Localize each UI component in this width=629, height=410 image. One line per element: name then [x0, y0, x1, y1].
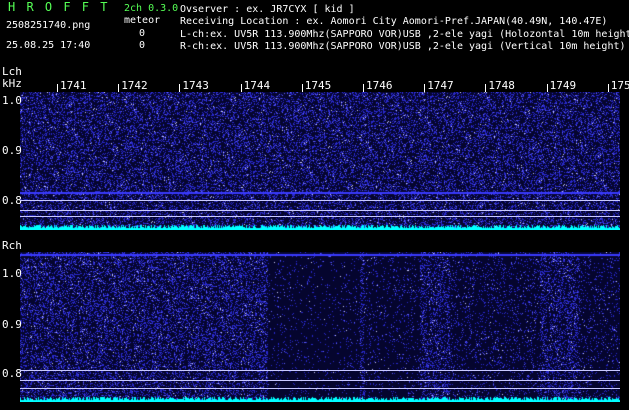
time-tick-label: 1749	[549, 79, 577, 92]
rch-marker-line	[20, 380, 620, 381]
rch-channel-label: Rch	[2, 239, 22, 252]
version-label: 2ch 0.3.0	[124, 3, 179, 14]
time-tick-mark	[607, 84, 609, 92]
time-tick-label: 1748	[488, 79, 515, 92]
rch-meteor-count: 0	[139, 40, 146, 51]
time-tick-mark	[179, 84, 181, 92]
time-tick-mark	[424, 84, 426, 92]
time-tick-mark	[546, 84, 548, 92]
lch-marker-line	[20, 216, 620, 217]
time-tick-label: 1750	[610, 79, 629, 92]
lch-unit-label: kHz	[2, 77, 22, 90]
time-tick-label: 1743	[182, 79, 209, 92]
time-tick-label: 1741	[60, 79, 87, 92]
lch-ytick-2: 0.9	[2, 144, 22, 157]
lch-marker-line	[20, 210, 620, 211]
time-tick-mark	[485, 84, 487, 92]
location-info: Receiving Location : ex. Aomori City Aom…	[180, 16, 608, 27]
time-tick-mark	[301, 84, 303, 92]
app-logo: H R O F F T	[8, 0, 110, 14]
rch-ytick-1: 1.0	[2, 267, 22, 280]
rch-marker-line	[20, 370, 620, 371]
lch-info: L-ch:ex. UV5R 113.900Mhz(SAPPORO VOR)USB…	[180, 29, 629, 40]
time-tick-label: 1744	[243, 79, 271, 92]
time-tick-mark	[240, 84, 242, 92]
lch-ytick-1: 1.0	[2, 94, 22, 107]
time-tick-mark	[363, 84, 364, 92]
time-tick-mark	[57, 84, 58, 92]
rch-info: R-ch:ex. UV5R 113.900Mhz(SAPPORO VOR)USB…	[180, 41, 626, 52]
filename-label: 2508251740.png	[6, 20, 91, 31]
time-tick-label: 1747	[427, 79, 454, 92]
lch-meteor-count: 0	[139, 28, 146, 39]
lch-ytick-3: 0.8	[2, 194, 22, 207]
time-tick-label: 1746	[366, 79, 393, 92]
rch-ytick-2: 0.9	[2, 318, 22, 331]
rch-ytick-3: 0.8	[2, 367, 22, 380]
time-tick-mark	[118, 84, 120, 92]
rch-marker-line	[20, 388, 620, 389]
meteor-label: meteor	[124, 15, 161, 26]
datetime-label: 25.08.25 17:40	[6, 40, 91, 51]
time-tick-label: 1745	[304, 79, 332, 92]
observer-info: Ovserver : ex. JR7CYX [ kid ]	[180, 4, 355, 15]
lch-marker-line	[20, 200, 620, 201]
time-tick-label: 1742	[121, 79, 148, 92]
